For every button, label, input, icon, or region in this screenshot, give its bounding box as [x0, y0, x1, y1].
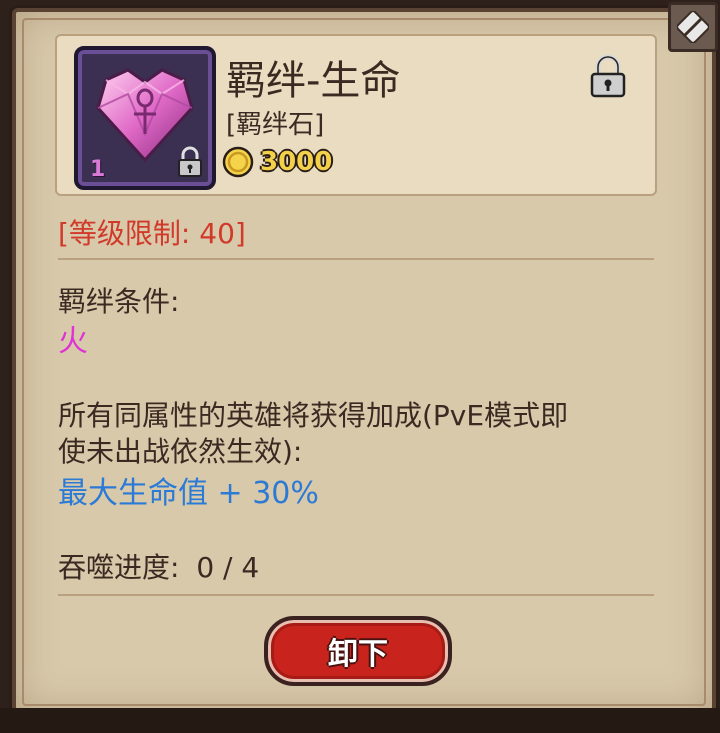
lock-toggle-icon[interactable] [588, 54, 628, 98]
item-price: 3000 [260, 147, 333, 177]
effect-description-line1: 所有同属性的英雄将获得加成(PvE模式即 [58, 399, 569, 432]
gold-coin-icon [222, 146, 254, 178]
bond-element-value: 火 [58, 324, 88, 359]
effect-bonus-value: 最大生命值 + 30% [58, 476, 319, 511]
devour-progress-label: 吞噬进度: [58, 551, 180, 584]
bottom-border [0, 708, 720, 733]
devour-progress: 吞噬进度: 0 / 4 [58, 546, 259, 586]
unequip-button[interactable]: 卸下 [264, 616, 452, 686]
bond-condition-label: 羁绊条件: [58, 285, 180, 318]
item-name: 羁绊-生命 [226, 58, 401, 104]
effect-description-line2: 使未出战依然生效): [58, 435, 303, 468]
pencil-icon [677, 11, 709, 43]
level-limit-text: [等级限制: 40] [58, 217, 246, 250]
divider [58, 258, 654, 260]
item-icon-slot[interactable]: 1 [74, 46, 216, 190]
price-row: 3000 [222, 144, 332, 180]
divider [58, 594, 654, 596]
item-level-badge: 1 [90, 157, 106, 182]
unequip-button-label: 卸下 [328, 637, 388, 672]
devour-progress-value: 0 / 4 [196, 551, 260, 584]
edit-button[interactable] [668, 2, 718, 52]
item-type: [羁绊石] [226, 110, 325, 140]
lock-icon [178, 146, 202, 177]
